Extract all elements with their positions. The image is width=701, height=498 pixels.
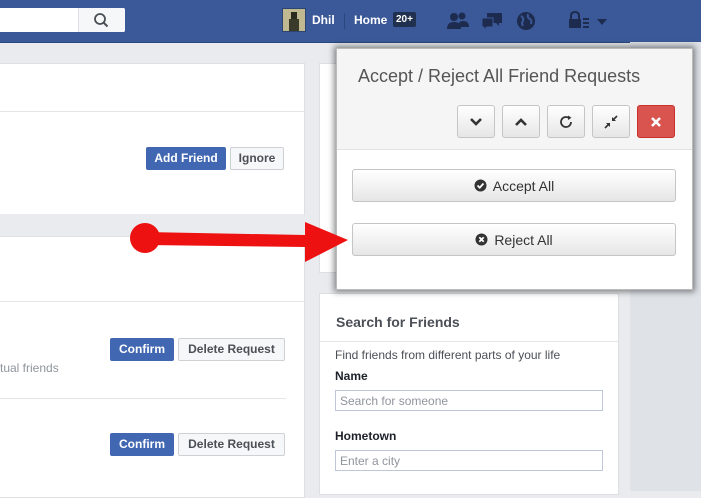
- red-pointer-arrow-icon: [130, 222, 348, 262]
